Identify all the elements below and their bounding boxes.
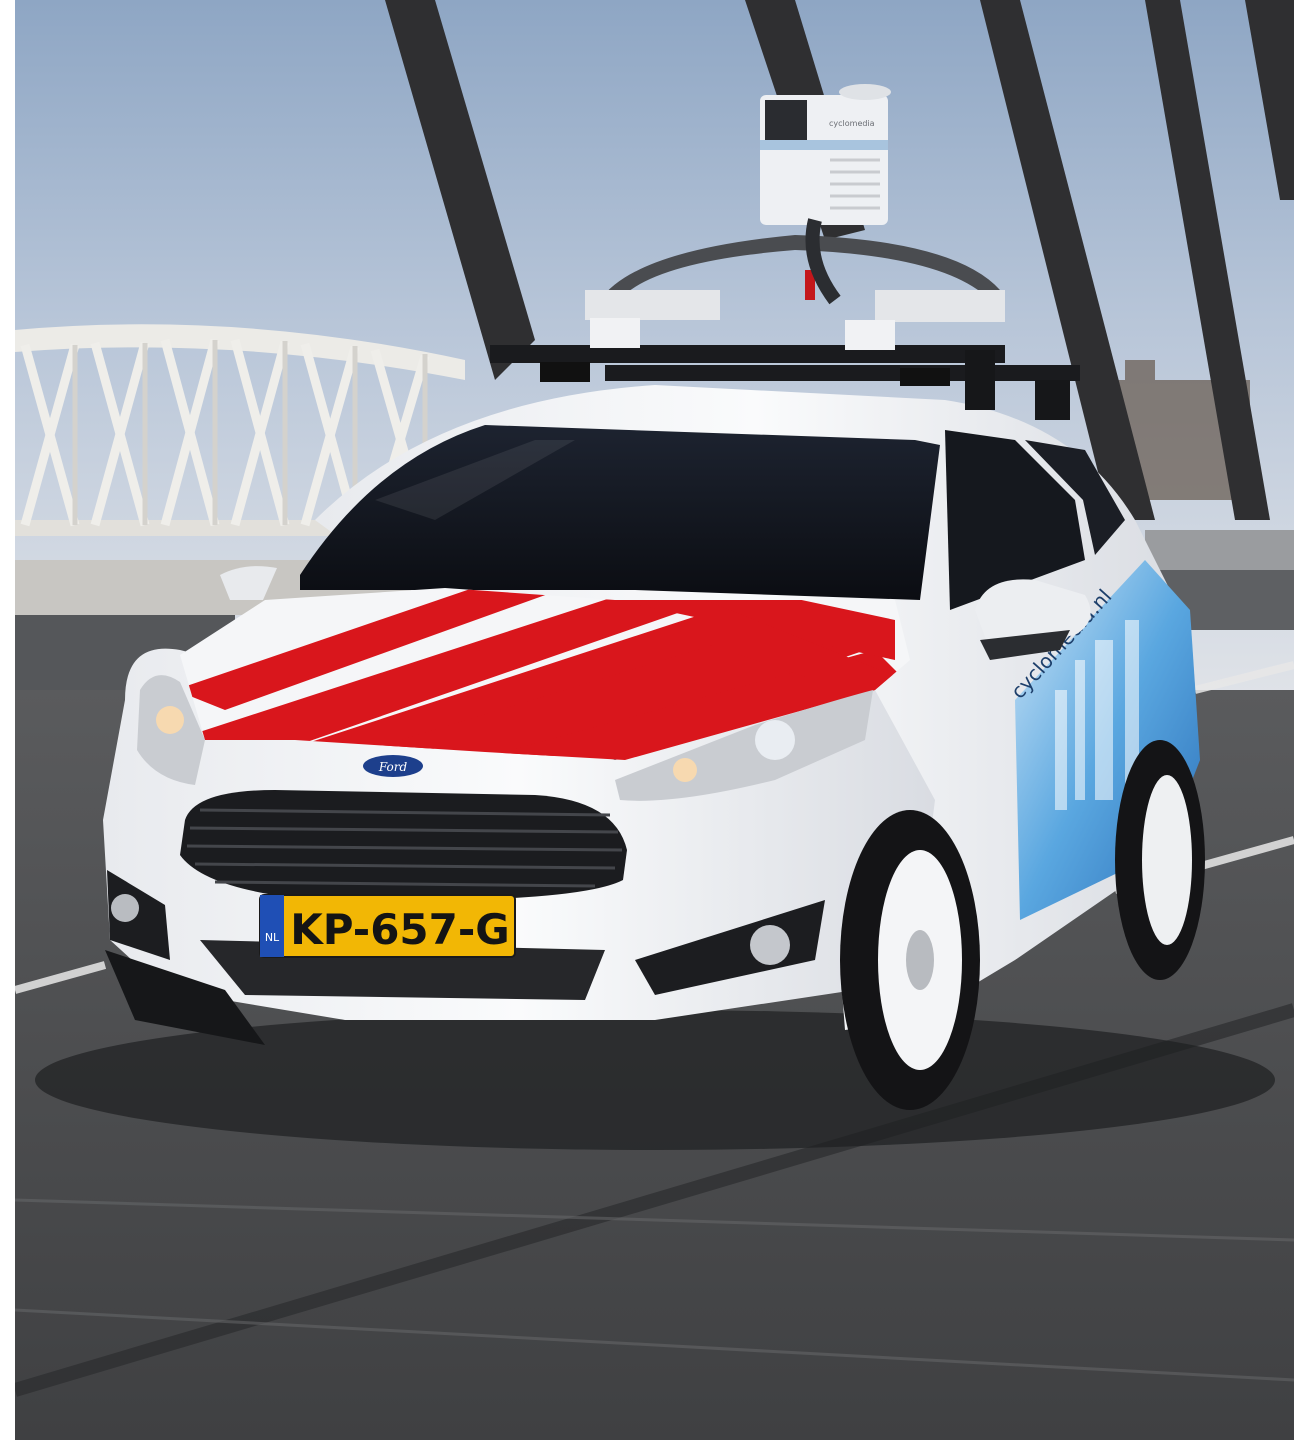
- roof-rack-bar: [490, 345, 1005, 363]
- photo-illustration: cyclomedia.nl: [15, 0, 1294, 1440]
- camera-unit-label: cyclomedia: [829, 119, 875, 128]
- rear-wheel: [1115, 740, 1205, 980]
- plate-country-code: NL: [265, 931, 280, 944]
- gps-antenna: [839, 84, 891, 100]
- street-view-car-photo: cyclomedia.nl: [15, 0, 1294, 1440]
- photo-frame: cyclomedia.nl: [0, 0, 1294, 1440]
- front-wheel: [840, 810, 980, 1110]
- plate-number: KP-657-G: [290, 905, 510, 954]
- svg-text:Ford: Ford: [378, 760, 408, 774]
- license-plate: NL KP-657-G: [259, 894, 516, 958]
